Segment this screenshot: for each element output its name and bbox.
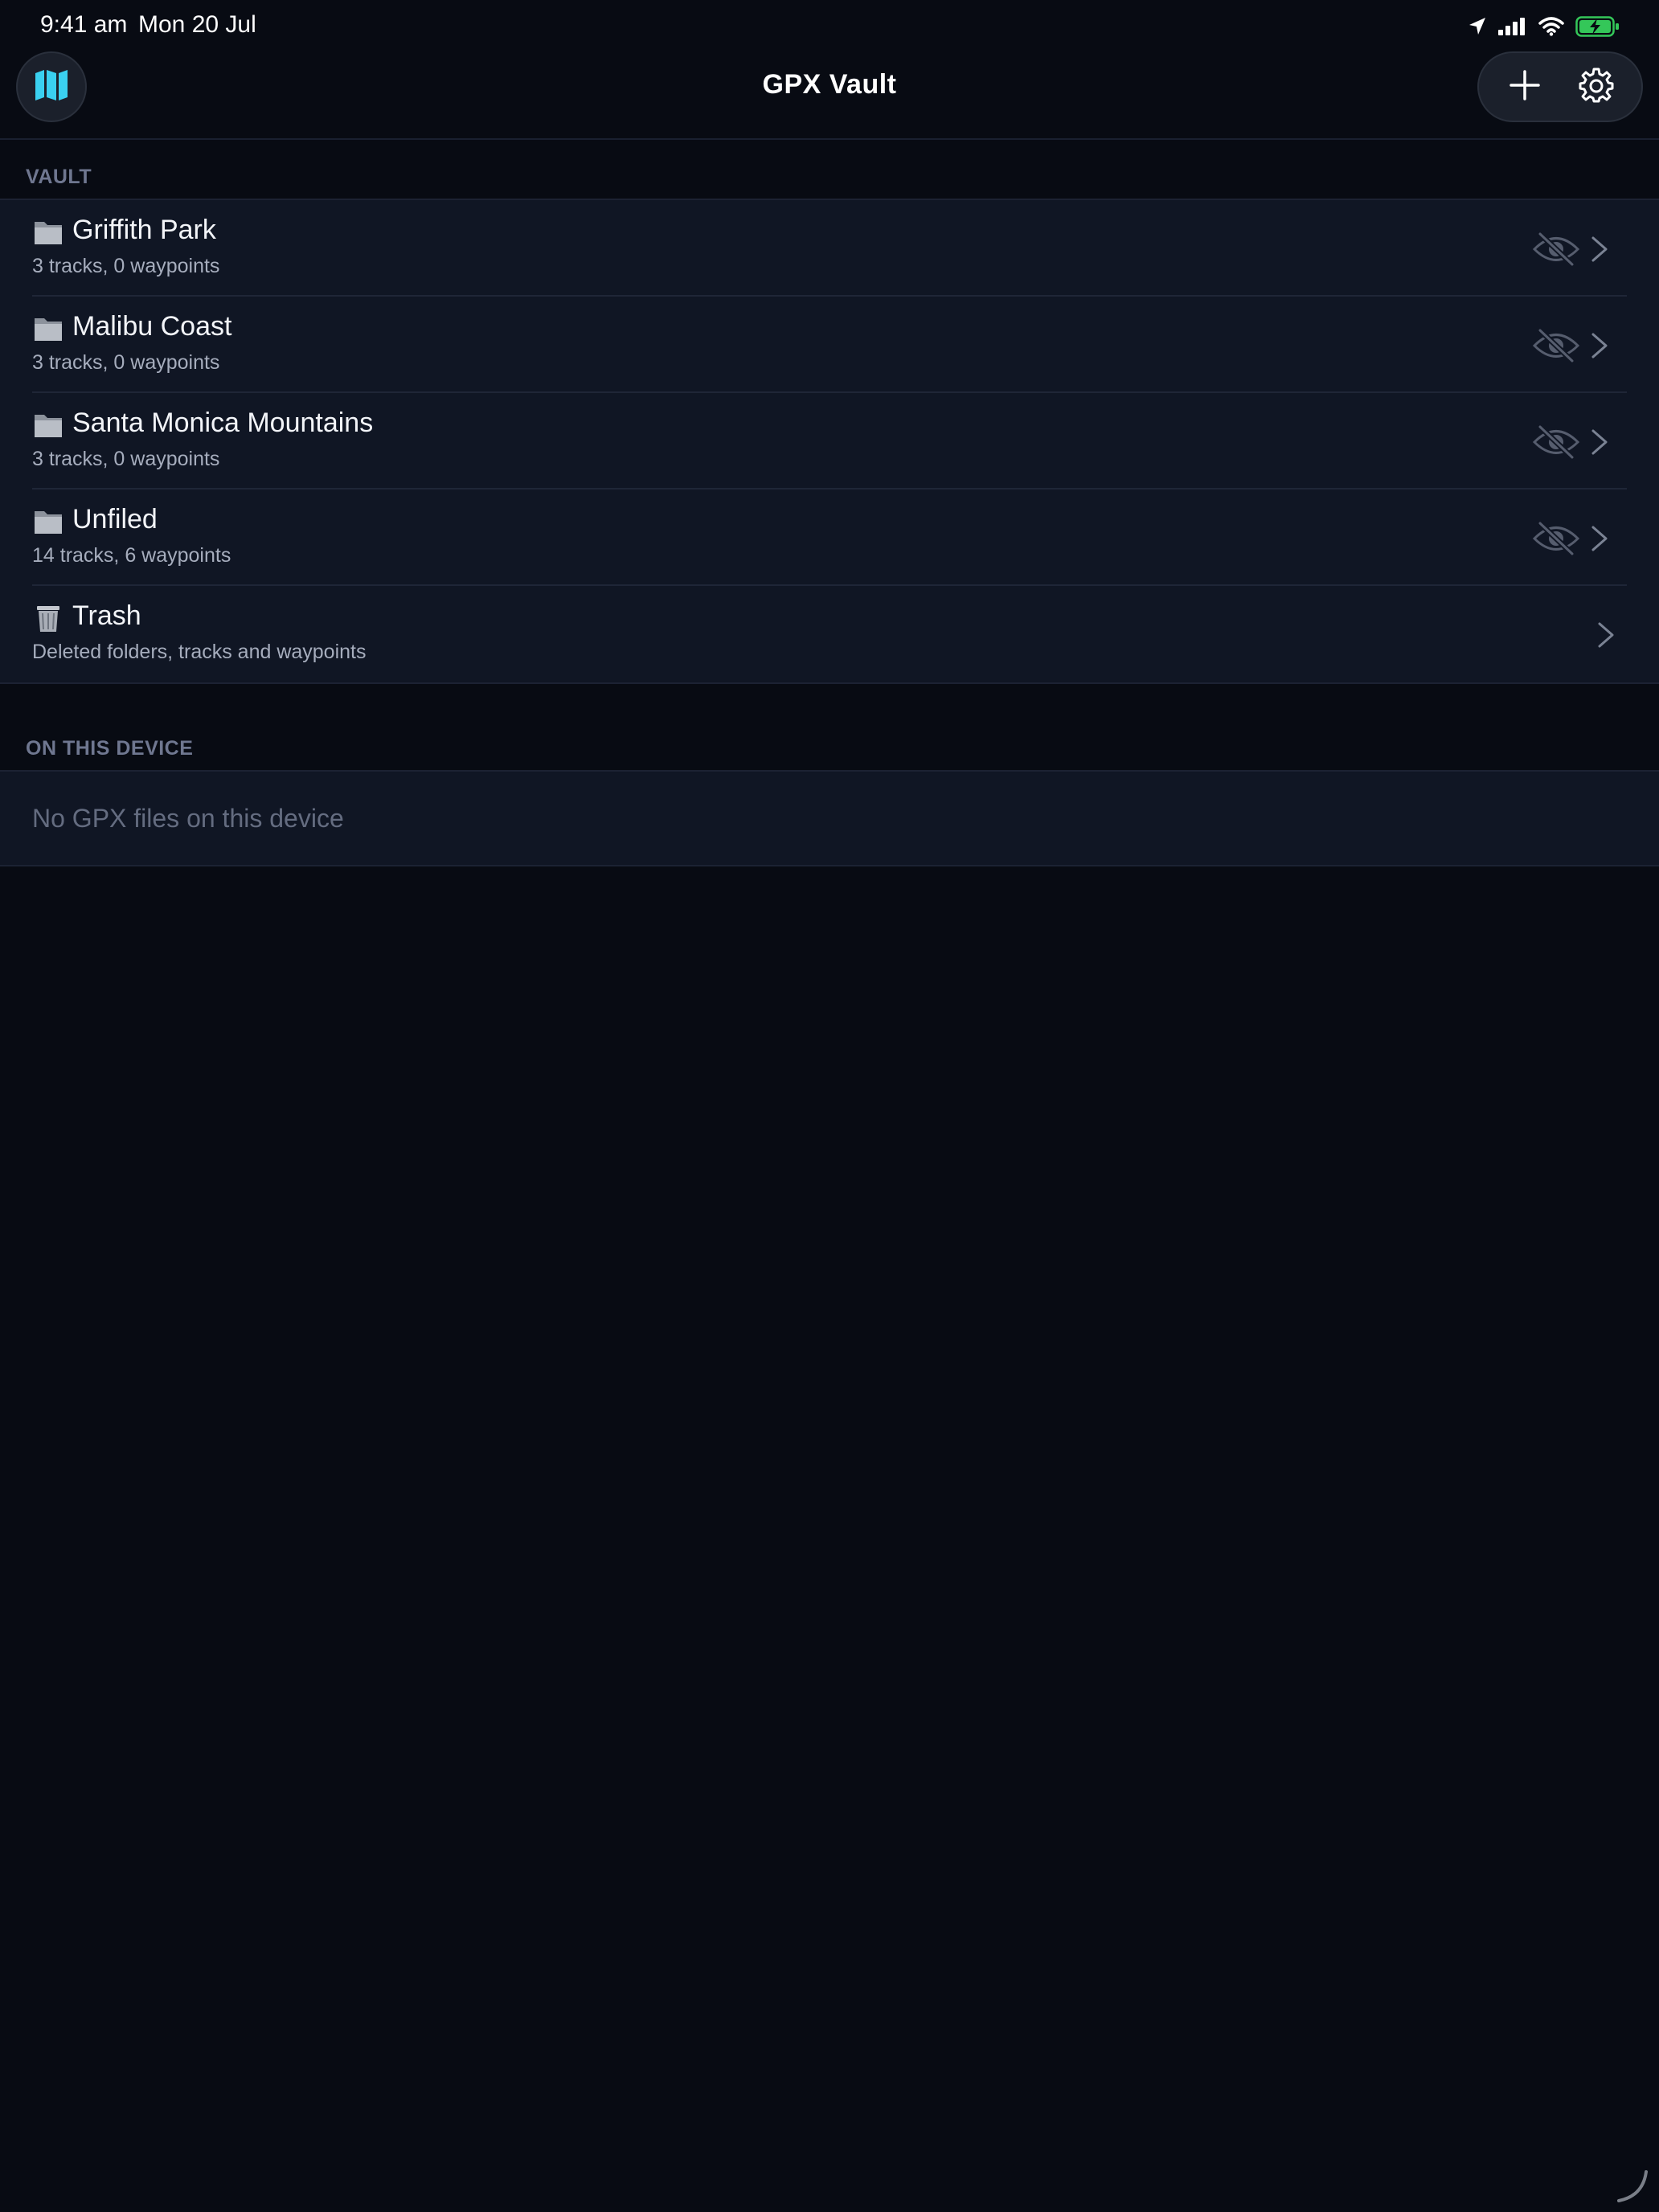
- trash-row[interactable]: Trash Deleted folders, tracks and waypoi…: [0, 586, 1659, 682]
- resize-handle-icon: [1614, 2169, 1649, 2204]
- location-arrow-icon: [1468, 16, 1487, 37]
- settings-button[interactable]: [1564, 55, 1628, 119]
- trash-subtitle: Deleted folders, tracks and waypoints: [32, 641, 367, 663]
- eye-slash-icon[interactable]: [1532, 520, 1580, 557]
- navigation-bar: GPX Vault: [0, 51, 1659, 140]
- page-title: GPX Vault: [762, 69, 897, 100]
- folder-subtitle: 14 tracks, 6 waypoints: [32, 544, 231, 567]
- folder-subtitle: 3 tracks, 0 waypoints: [32, 448, 220, 470]
- folder-subtitle: 3 tracks, 0 waypoints: [32, 351, 220, 374]
- chevron-right-icon[interactable]: [1590, 525, 1609, 552]
- status-bar: 9:41 am Mon 20 Jul: [0, 0, 1659, 51]
- chevron-right-icon[interactable]: [1590, 236, 1609, 263]
- folder-row-unfiled[interactable]: Unfiled 14 tracks, 6 waypoints: [0, 490, 1659, 586]
- status-time: 9:41 am: [40, 11, 128, 38]
- gpx-vault-screen: 9:41 am Mon 20 Jul GPX Vault VAULT Griff…: [0, 0, 1659, 2212]
- folder-title: Santa Monica Mountains: [72, 408, 374, 438]
- battery-charging-icon: [1575, 16, 1620, 37]
- folder-icon: [32, 409, 64, 441]
- chevron-right-icon[interactable]: [1590, 332, 1609, 359]
- empty-state-row: No GPX files on this device: [0, 772, 1659, 865]
- vault-list: Griffith Park 3 tracks, 0 waypoints Mali…: [0, 199, 1659, 684]
- plus-icon: [1509, 69, 1541, 105]
- trash-can-icon: [32, 602, 64, 634]
- status-date: Mon 20 Jul: [138, 11, 256, 38]
- chevron-right-icon[interactable]: [1596, 621, 1616, 649]
- folder-icon: [32, 506, 64, 538]
- folder-row-malibu-coast[interactable]: Malibu Coast 3 tracks, 0 waypoints: [0, 297, 1659, 393]
- empty-state-message: No GPX files on this device: [32, 804, 344, 833]
- add-button[interactable]: [1493, 55, 1557, 119]
- chevron-right-icon[interactable]: [1590, 428, 1609, 456]
- device-section-header: ON THIS DEVICE: [26, 737, 194, 760]
- folder-title: Unfiled: [72, 504, 158, 535]
- eye-slash-icon[interactable]: [1532, 327, 1580, 364]
- wifi-icon: [1538, 17, 1564, 36]
- folder-row-griffith-park[interactable]: Griffith Park 3 tracks, 0 waypoints: [0, 200, 1659, 297]
- device-list: No GPX files on this device: [0, 770, 1659, 866]
- nav-actions: [1477, 51, 1643, 122]
- folder-icon: [32, 313, 64, 345]
- folder-icon: [32, 216, 64, 248]
- cellular-signal-icon: [1498, 18, 1527, 35]
- eye-slash-icon[interactable]: [1532, 231, 1580, 268]
- folder-title: Malibu Coast: [72, 311, 232, 342]
- folder-subtitle: 3 tracks, 0 waypoints: [32, 255, 220, 277]
- folder-title: Griffith Park: [72, 215, 216, 245]
- eye-slash-icon[interactable]: [1532, 424, 1580, 461]
- trash-title: Trash: [72, 600, 141, 631]
- status-icons: [1468, 14, 1620, 39]
- folder-row-santa-monica-mountains[interactable]: Santa Monica Mountains 3 tracks, 0 waypo…: [0, 393, 1659, 490]
- vault-section-header: VAULT: [26, 166, 92, 188]
- gear-icon: [1578, 67, 1615, 108]
